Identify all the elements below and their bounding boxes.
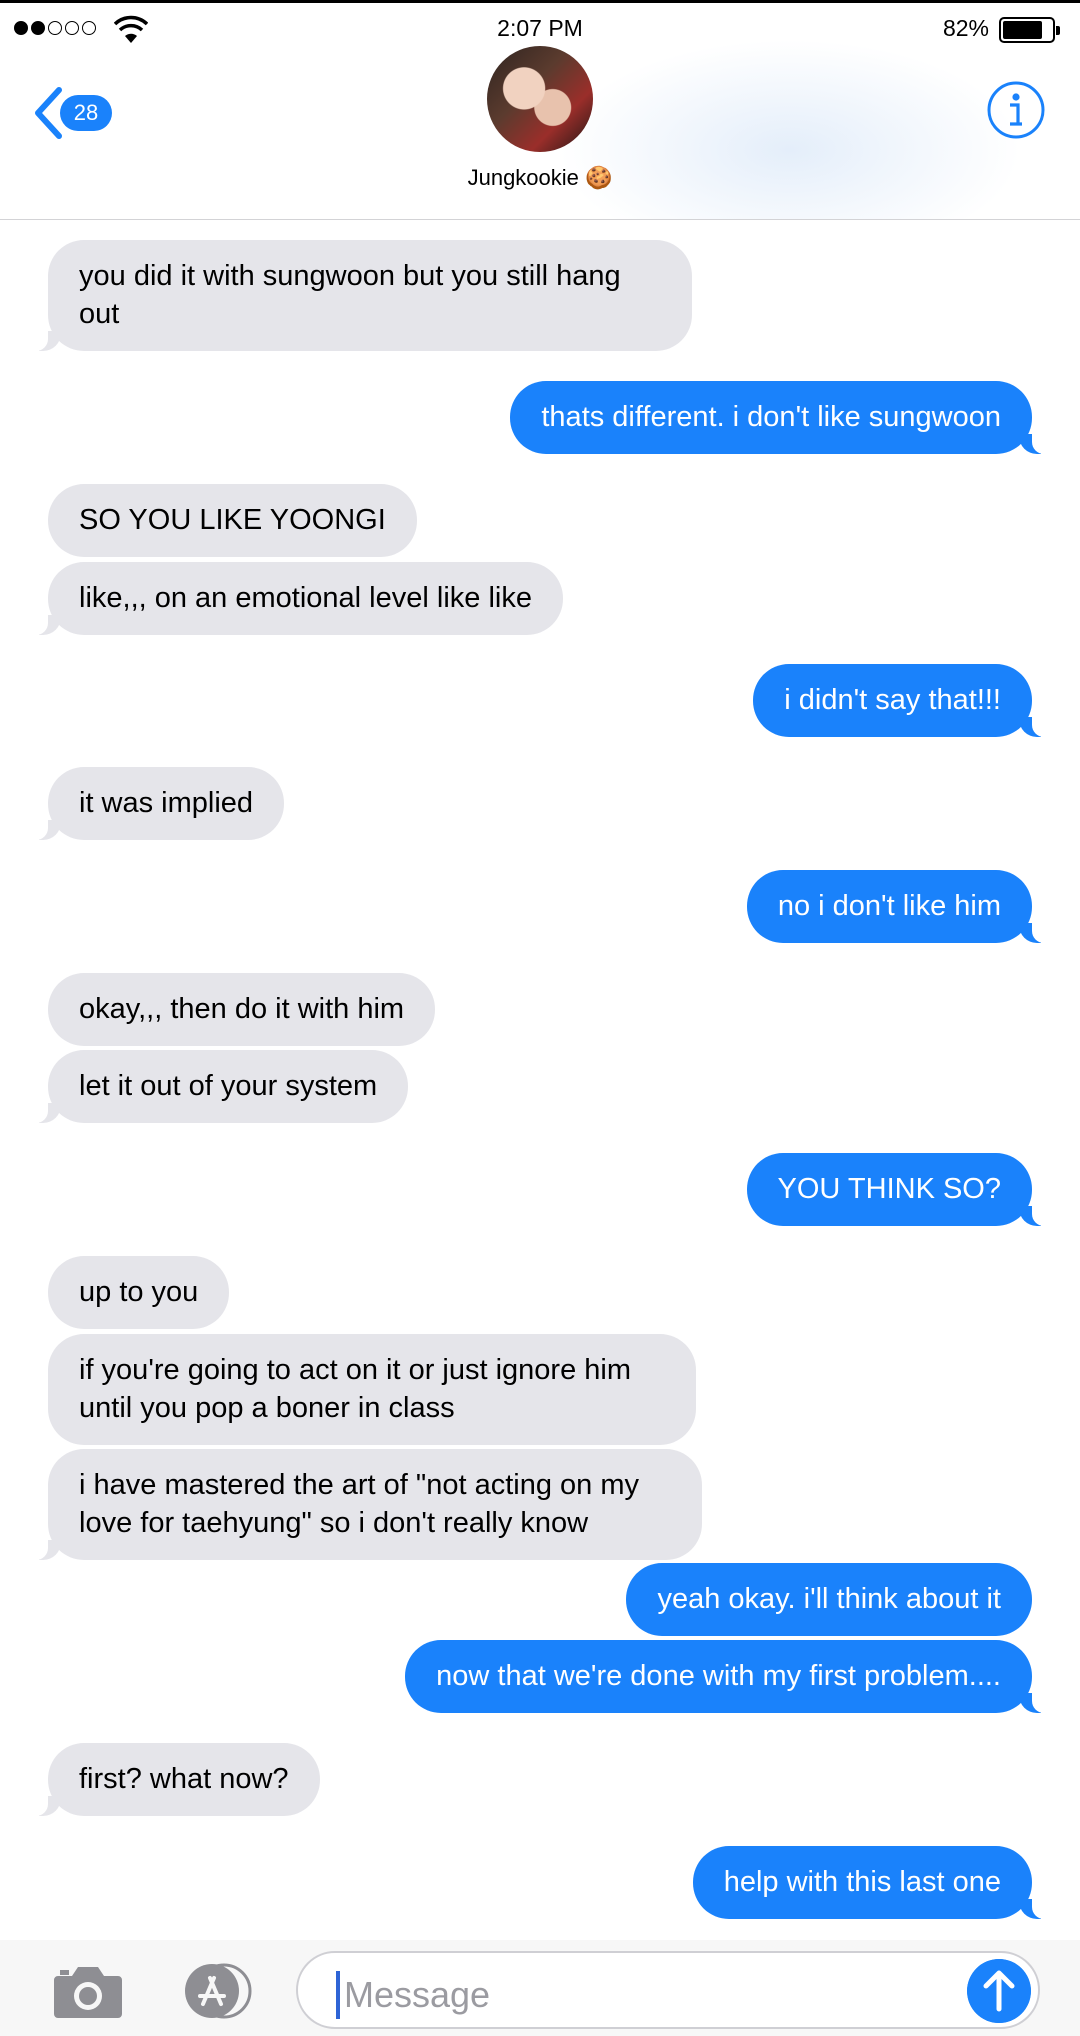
camera-icon[interactable] — [52, 1962, 124, 2020]
incoming-message[interactable]: i have mastered the art of "not acting o… — [26, 1449, 702, 1560]
app-store-icon[interactable] — [172, 1962, 260, 2020]
contact-avatar[interactable] — [487, 46, 593, 152]
unread-count-badge: 28 — [60, 95, 112, 131]
incoming-message[interactable]: let it out of your system — [25, 1050, 409, 1123]
outgoing-message[interactable]: help with this last one — [692, 1846, 1055, 1919]
chevron-left-icon — [35, 87, 62, 139]
outgoing-message[interactable]: i didn't say that!!! — [753, 664, 1054, 737]
incoming-message[interactable]: SO YOU LIKE YOONGI — [48, 484, 417, 557]
outgoing-message[interactable]: YOU THINK SO? — [746, 1153, 1055, 1226]
incoming-message[interactable]: it was implied — [25, 767, 285, 840]
info-icon[interactable] — [986, 80, 1046, 140]
message-placeholder: Message — [344, 1974, 491, 2015]
outgoing-message[interactable]: no i don't like him — [746, 870, 1055, 943]
outgoing-message[interactable]: now that we're done with my first proble… — [405, 1640, 1054, 1713]
incoming-message[interactable]: if you're going to act on it or just ign… — [48, 1334, 696, 1445]
incoming-message[interactable]: up to you — [48, 1256, 230, 1329]
conversation-header: 28 Jungkookie 🍪 — [0, 40, 1080, 220]
incoming-message[interactable]: like,,, on an emotional level like like — [26, 562, 563, 635]
battery-percent: 82% — [942, 15, 989, 41]
message-input[interactable]: Message — [296, 1951, 1040, 2029]
outgoing-message[interactable]: yeah okay. i'll think about it — [626, 1563, 1032, 1636]
status-time: 2:07 PM — [497, 15, 583, 41]
text-caret — [336, 1971, 340, 2019]
send-arrow-icon[interactable] — [967, 1959, 1031, 2023]
incoming-message[interactable]: okay,,, then do it with him — [48, 973, 436, 1046]
incoming-message[interactable]: you did it with sungwoon but you still h… — [26, 240, 692, 351]
back-button[interactable]: 28 — [34, 78, 164, 148]
incoming-message[interactable]: first? what now? — [26, 1743, 320, 1816]
contact-name[interactable]: Jungkookie 🍪 — [0, 165, 1080, 191]
compose-bar: Message — [0, 1940, 1080, 2036]
outgoing-message[interactable]: thats different. i don't like sungwoon — [510, 381, 1054, 454]
